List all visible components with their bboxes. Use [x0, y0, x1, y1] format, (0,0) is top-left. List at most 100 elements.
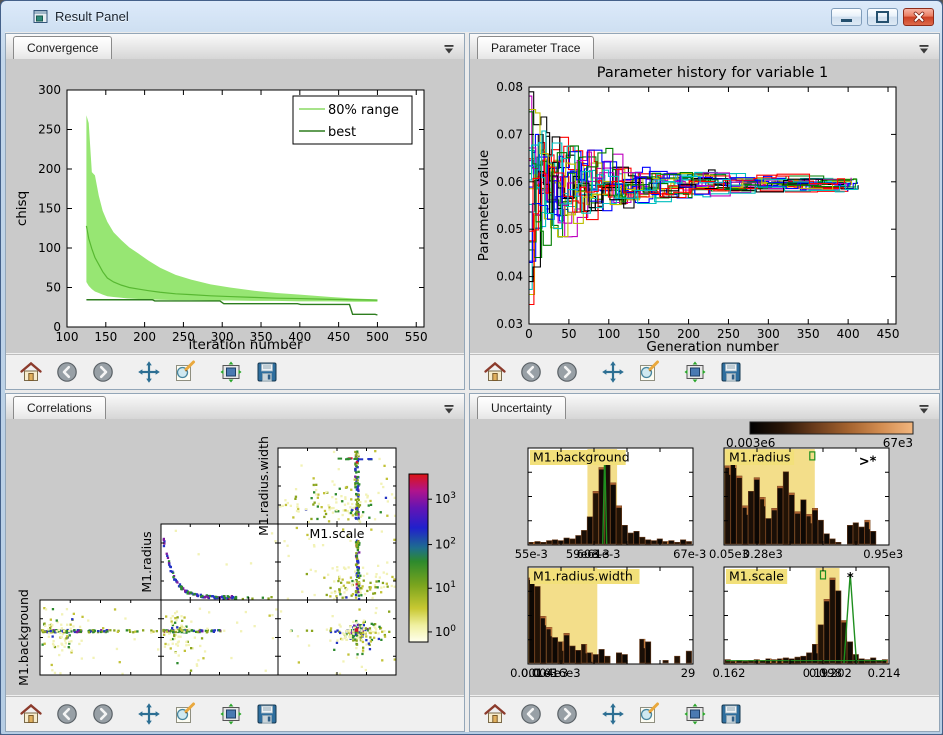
close-button[interactable]: [903, 8, 934, 26]
svg-text:450: 450: [877, 327, 900, 341]
svg-text:250: 250: [38, 123, 61, 137]
svg-text:100: 100: [38, 241, 61, 255]
tab-convergence[interactable]: Convergence: [13, 36, 112, 60]
zoom-icon: [173, 360, 197, 384]
svg-text:best: best: [328, 125, 356, 140]
convergence-panel: Convergence 1001502002503003504004505005…: [5, 33, 465, 390]
svg-text:>*: >*: [859, 455, 877, 470]
svg-text:0.95e3: 0.95e3: [863, 547, 903, 561]
forward-button[interactable]: [90, 360, 115, 385]
save-icon: [255, 702, 279, 726]
svg-text:100: 100: [597, 327, 620, 341]
svg-text:500: 500: [366, 330, 389, 344]
tab-menu-arrow-icon[interactable]: [443, 42, 455, 53]
pan-button[interactable]: [600, 702, 625, 727]
zoom-button[interactable]: [172, 702, 197, 727]
back-icon: [55, 702, 79, 726]
svg-text:400: 400: [837, 327, 860, 341]
svg-text:M1.radius.width: M1.radius.width: [533, 569, 633, 584]
back-button[interactable]: [518, 360, 543, 385]
maximize-button[interactable]: [867, 8, 898, 26]
svg-text:M1.radius: M1.radius: [729, 450, 790, 465]
svg-text:200: 200: [133, 330, 156, 344]
window-icon: [33, 9, 49, 25]
tab-menu-arrow-icon[interactable]: [443, 402, 455, 413]
zoom-icon: [637, 360, 661, 384]
tab-parameter-trace[interactable]: Parameter Trace: [477, 36, 594, 60]
pan-button[interactable]: [600, 360, 625, 385]
svg-text:*: *: [847, 571, 854, 586]
svg-text:50: 50: [46, 281, 61, 295]
tab-convergence-label: Convergence: [27, 41, 98, 55]
subplots-button[interactable]: [218, 702, 243, 727]
pan-button[interactable]: [136, 702, 161, 727]
tab-uncertainty[interactable]: Uncertainty: [477, 396, 566, 420]
back-button[interactable]: [54, 360, 79, 385]
save-button[interactable]: [254, 360, 279, 385]
svg-text:0.07: 0.07: [496, 127, 523, 141]
pan-icon: [601, 702, 625, 726]
subplots-icon: [683, 360, 707, 384]
forward-button[interactable]: [554, 702, 579, 727]
svg-text:67e-3: 67e-3: [673, 547, 706, 561]
tab-menu-arrow-icon[interactable]: [918, 42, 930, 53]
tab-parameter-trace-label: Parameter Trace: [491, 41, 580, 55]
save-icon: [255, 360, 279, 384]
svg-text:chisq: chisq: [14, 191, 30, 226]
vertical-splitter[interactable]: [465, 33, 469, 732]
svg-text:M1.radius: M1.radius: [139, 531, 154, 592]
uncertainty-panel: Uncertainty 0.003e667e3M1.background55e-…: [469, 393, 940, 732]
save-button[interactable]: [254, 702, 279, 727]
convergence-toolbar: [6, 354, 464, 389]
maximize-icon: [876, 11, 889, 23]
svg-text:61e-3: 61e-3: [587, 547, 620, 561]
titlebar[interactable]: Result Panel: [1, 1, 942, 32]
subplots-button[interactable]: [682, 360, 707, 385]
correlations-chart: M1.radius.widthM1.radiusM1.backgroundM1.…: [6, 419, 464, 695]
home-icon: [19, 360, 43, 384]
tab-menu-arrow-icon[interactable]: [918, 402, 930, 413]
svg-text:0.06: 0.06: [496, 175, 523, 189]
svg-text:M1.background: M1.background: [533, 450, 630, 465]
minimize-button[interactable]: [831, 8, 862, 26]
tab-correlations[interactable]: Correlations: [13, 396, 106, 420]
uncertainty-figure: 0.003e667e3M1.background55e-359e-360e-36…: [470, 419, 939, 695]
save-button[interactable]: [718, 360, 743, 385]
back-button[interactable]: [518, 702, 543, 727]
svg-text:0: 0: [53, 320, 61, 334]
home-button[interactable]: [482, 360, 507, 385]
svg-text:102: 102: [435, 537, 456, 552]
subplots-button[interactable]: [682, 702, 707, 727]
subplots-button[interactable]: [218, 360, 243, 385]
uncertainty-chart: 0.003e667e3M1.background55e-359e-360e-36…: [470, 419, 939, 695]
home-button[interactable]: [18, 360, 43, 385]
pan-icon: [137, 702, 161, 726]
svg-text:550: 550: [405, 330, 428, 344]
save-icon: [719, 702, 743, 726]
svg-text:Parameter value: Parameter value: [476, 150, 492, 261]
zoom-button[interactable]: [172, 360, 197, 385]
window-controls: [831, 8, 934, 26]
subplots-icon: [219, 702, 243, 726]
svg-text:50: 50: [561, 327, 576, 341]
svg-text:Generation number: Generation number: [646, 339, 779, 353]
home-button[interactable]: [482, 702, 507, 727]
pan-button[interactable]: [136, 360, 161, 385]
svg-text:M1.radius.width: M1.radius.width: [256, 436, 271, 536]
svg-text:150: 150: [38, 202, 61, 216]
svg-text:100: 100: [435, 624, 456, 639]
svg-text:0.08: 0.08: [496, 80, 523, 94]
correlations-panel: Correlations M1.radius.widthM1.radiusM1.…: [5, 393, 465, 732]
parameter-trace-panel: Parameter Trace 050100150200250300350400…: [469, 33, 940, 390]
zoom-button[interactable]: [636, 702, 661, 727]
home-button[interactable]: [18, 702, 43, 727]
horizontal-splitter[interactable]: [5, 390, 940, 393]
save-button[interactable]: [718, 702, 743, 727]
zoom-button[interactable]: [636, 360, 661, 385]
svg-text:0: 0: [525, 327, 533, 341]
forward-button[interactable]: [554, 360, 579, 385]
forward-button[interactable]: [90, 702, 115, 727]
back-button[interactable]: [54, 702, 79, 727]
svg-text:0.05: 0.05: [496, 222, 523, 236]
svg-text:200: 200: [38, 162, 61, 176]
